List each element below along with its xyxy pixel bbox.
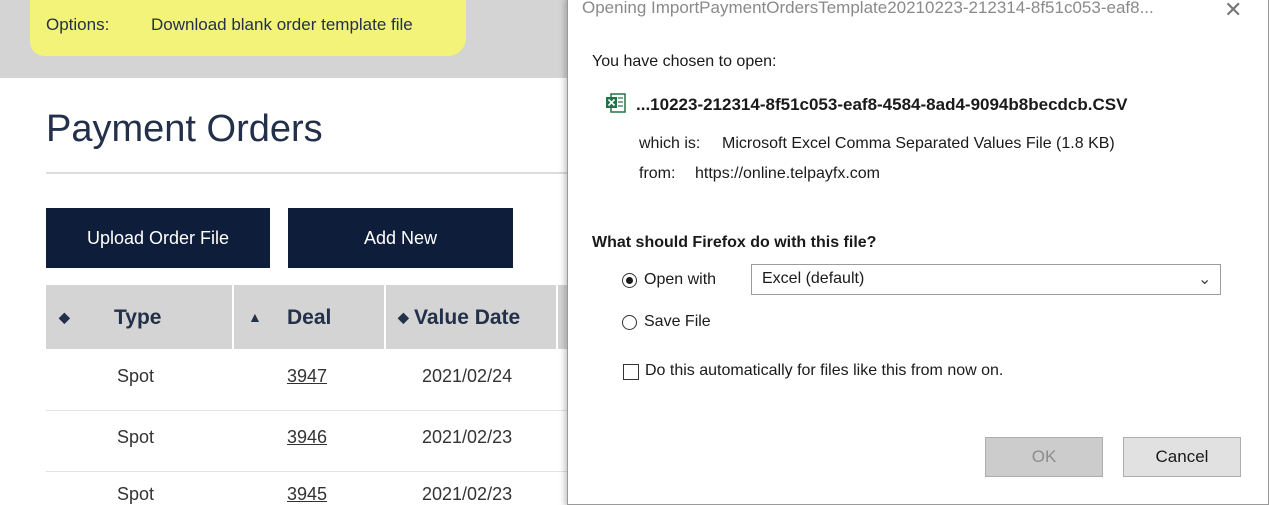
- chevron-down-icon: ⌄: [1198, 271, 1212, 288]
- column-header-type[interactable]: Type: [114, 306, 161, 330]
- cell-type: Spot: [117, 366, 155, 386]
- deal-link[interactable]: 3945: [287, 484, 327, 505]
- header-separator: [556, 285, 558, 349]
- what-to-do-heading: What should Firefox do with this file?: [592, 234, 877, 251]
- which-is-label: which is:: [639, 135, 701, 152]
- open-with-radio[interactable]: [622, 273, 637, 288]
- sort-both-icon[interactable]: ◆: [398, 309, 409, 326]
- from-url: https://online.telpayfx.com: [695, 165, 880, 182]
- cell-value-date: 2021/02/23: [422, 484, 513, 504]
- cell-type: Spot: [117, 484, 155, 504]
- open-with-app-value: Excel (default): [762, 270, 865, 287]
- row-divider: [46, 410, 606, 411]
- from-label: from:: [639, 165, 676, 182]
- dialog-title: Opening ImportPaymentOrdersTemplate20210…: [582, 0, 1154, 17]
- deal-link[interactable]: 3946: [287, 427, 327, 448]
- title-divider: [46, 172, 586, 174]
- column-header-deal[interactable]: Deal: [287, 306, 331, 330]
- upload-order-file-button[interactable]: Upload Order File: [46, 208, 270, 268]
- add-new-button[interactable]: Add New: [288, 208, 513, 268]
- save-file-radio[interactable]: [622, 315, 637, 330]
- open-with-app-select[interactable]: Excel (default) ⌄: [751, 264, 1221, 295]
- cell-type: Spot: [117, 427, 155, 447]
- sort-both-icon[interactable]: ◆: [59, 309, 70, 326]
- do-automatically-label[interactable]: Do this automatically for files like thi…: [645, 362, 1003, 380]
- header-separator: [384, 285, 386, 349]
- download-template-link[interactable]: Download blank order template file: [151, 15, 413, 35]
- page-title: Payment Orders: [46, 108, 323, 150]
- options-label: Options:: [46, 15, 110, 34]
- deal-link[interactable]: 3947: [287, 366, 327, 387]
- cancel-button[interactable]: Cancel: [1123, 437, 1241, 477]
- ok-button[interactable]: OK: [985, 437, 1103, 477]
- file-name: ...10223-212314-8f51c053-eaf8-4584-8ad4-…: [636, 95, 1128, 114]
- column-header-value-date[interactable]: Value Date: [414, 306, 520, 330]
- sort-ascending-icon[interactable]: ▲: [248, 309, 262, 325]
- cell-value-date: 2021/02/23: [422, 427, 513, 447]
- file-type-value: Microsoft Excel Comma Separated Values F…: [722, 135, 1115, 152]
- close-icon[interactable]: ✕: [1224, 0, 1242, 23]
- excel-csv-icon: [606, 93, 626, 113]
- open-with-label[interactable]: Open with: [644, 271, 716, 289]
- header-separator: [232, 285, 234, 349]
- chosen-to-open-label: You have chosen to open:: [592, 53, 777, 70]
- cell-value-date: 2021/02/24: [422, 366, 513, 386]
- save-file-label[interactable]: Save File: [644, 313, 711, 331]
- row-divider: [46, 471, 606, 472]
- do-automatically-checkbox[interactable]: [623, 364, 639, 380]
- firefox-open-file-dialog: Opening ImportPaymentOrdersTemplate20210…: [567, 0, 1269, 505]
